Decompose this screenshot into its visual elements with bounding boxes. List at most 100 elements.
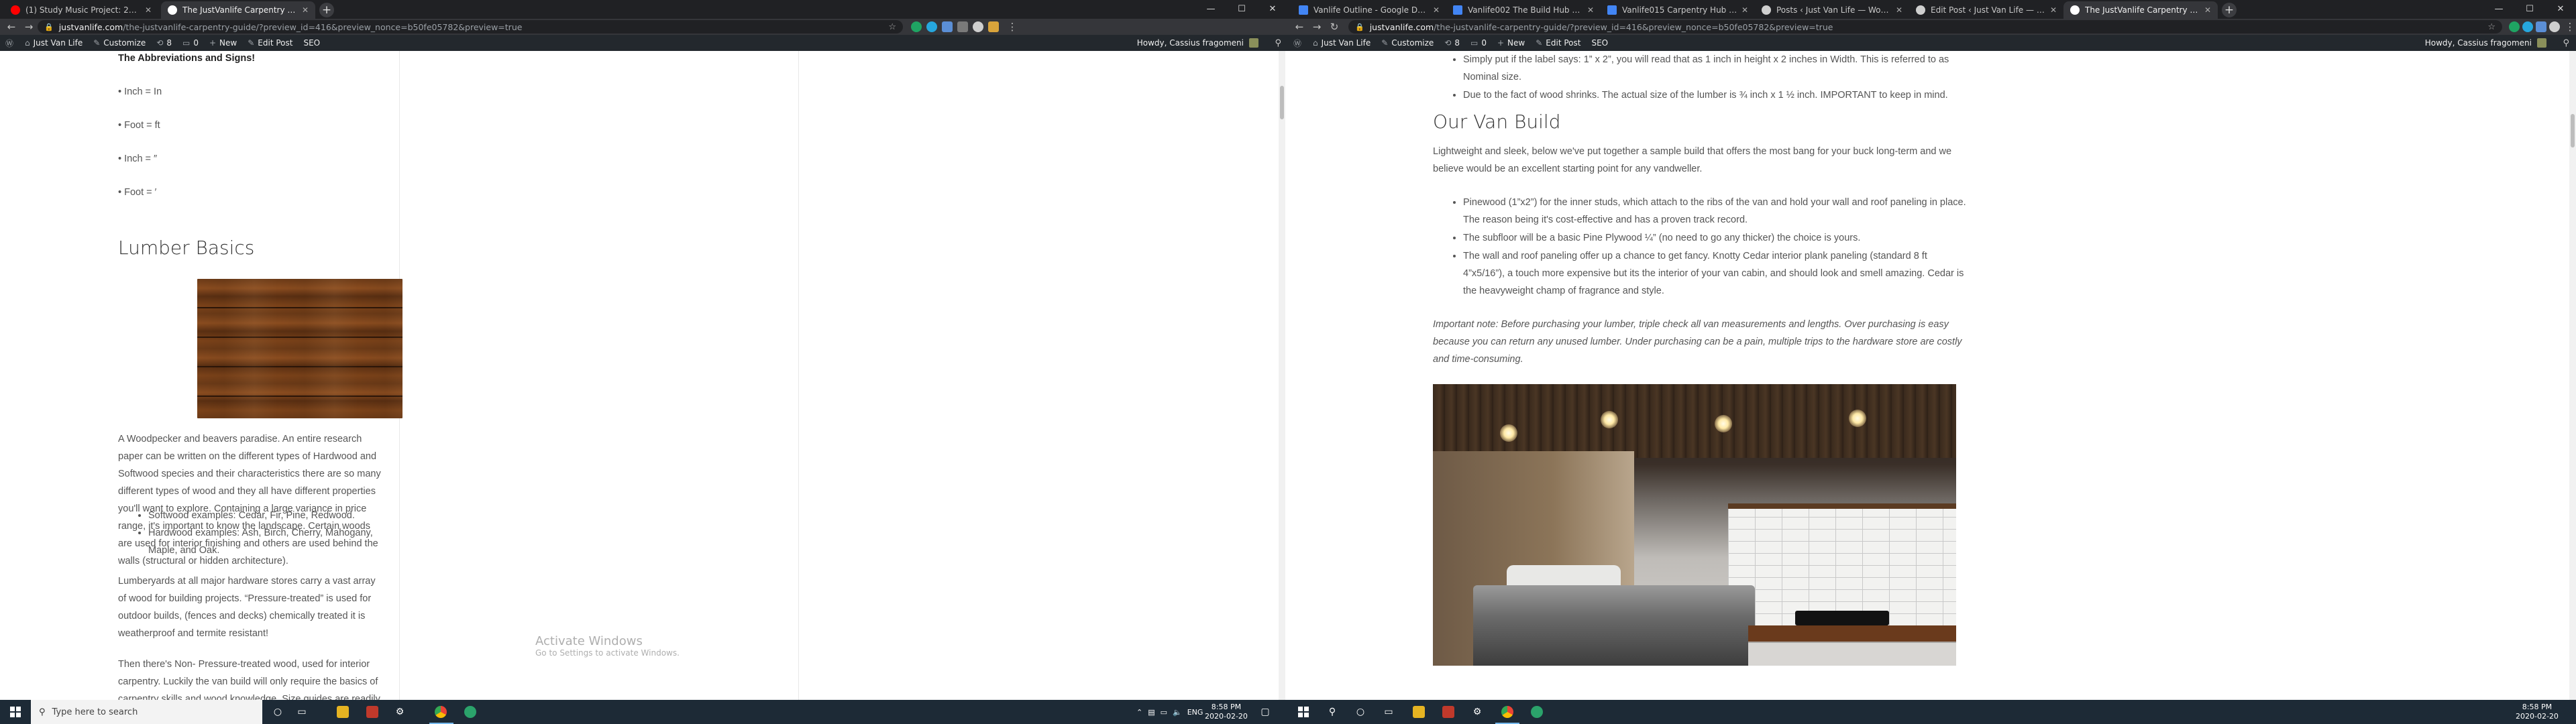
admin-seo-link[interactable]: SEO xyxy=(303,38,320,48)
forward-button[interactable]: → xyxy=(1308,19,1326,35)
back-button[interactable]: ← xyxy=(3,19,20,35)
tab-vanlife-outline[interactable]: Vanlife Outline - Google Docs ✕ xyxy=(1292,1,1446,19)
tab-carpentry-hub[interactable]: Vanlife015 Carpentry Hub Page - ✕ xyxy=(1601,1,1755,19)
close-window-button[interactable]: ✕ xyxy=(2545,0,2576,19)
admin-site-link[interactable]: ⌂ Just Van Life xyxy=(25,38,83,48)
back-button[interactable]: ← xyxy=(1291,19,1308,35)
app-icon[interactable] xyxy=(464,706,476,718)
right-page-scrollbar[interactable] xyxy=(2569,51,2576,700)
search-icon[interactable]: ⚲ xyxy=(2563,38,2569,48)
admin-comments-link[interactable]: ▭ 0 xyxy=(182,38,199,48)
mail-app-icon[interactable] xyxy=(366,706,378,718)
search-icon[interactable]: ⚲ xyxy=(1326,705,1339,719)
settings-gear-icon[interactable]: ⚙ xyxy=(393,705,407,719)
extension-grid-icon[interactable] xyxy=(957,21,968,32)
van-interior-image xyxy=(1433,384,1956,666)
taskbar-search-box[interactable]: ⚲ Type here to search xyxy=(31,700,262,724)
admin-customize-link[interactable]: ✎ Customize xyxy=(93,38,146,48)
home-icon: ⌂ xyxy=(1313,38,1318,48)
close-window-button[interactable]: ✕ xyxy=(1257,0,1288,19)
admin-edit-post-link[interactable]: ✎ Edit Post xyxy=(248,38,292,48)
settings-gear-icon[interactable]: ⚙ xyxy=(1470,705,1484,719)
maximize-button[interactable]: ☐ xyxy=(2514,0,2545,19)
cortana-icon[interactable]: ○ xyxy=(1354,705,1367,719)
file-explorer-icon[interactable] xyxy=(1413,706,1425,718)
left-page-scrollbar[interactable] xyxy=(1279,51,1285,700)
start-button[interactable] xyxy=(1288,700,1319,724)
admin-comments-link[interactable]: ▭ 0 xyxy=(1470,38,1487,48)
task-view-icon[interactable]: ▭ xyxy=(295,705,309,719)
wordpress-logo-icon[interactable]: Ⓦ xyxy=(1293,38,1305,49)
extension-download-icon[interactable] xyxy=(942,21,953,32)
chrome-icon[interactable] xyxy=(1501,706,1513,718)
profile-avatar-icon[interactable] xyxy=(973,21,983,32)
chrome-icon[interactable] xyxy=(435,706,447,718)
admin-new-link[interactable]: + New xyxy=(1497,38,1525,48)
list-item: Softwood examples: Cedar, Fir, Pine, Red… xyxy=(148,507,381,524)
reload-button[interactable]: ↻ xyxy=(1326,19,1343,35)
new-tab-button[interactable]: + xyxy=(2222,3,2237,17)
close-tab-icon[interactable]: ✕ xyxy=(145,5,152,15)
tab-edit-post[interactable]: Edit Post ‹ Just Van Life — Word ✕ xyxy=(1909,1,2063,19)
close-tab-icon[interactable]: ✕ xyxy=(1433,5,1440,15)
minimize-button[interactable]: — xyxy=(1195,0,1226,19)
extension-green-icon[interactable] xyxy=(2509,21,2520,32)
start-button[interactable] xyxy=(0,700,31,724)
bookmark-star-icon[interactable]: ☆ xyxy=(888,22,896,32)
tab-carpentry-guide[interactable]: The JustVanlife Carpentry Guide ✕ xyxy=(161,1,315,19)
extension-blue-icon[interactable] xyxy=(2522,21,2533,32)
scrollbar-thumb[interactable] xyxy=(2571,114,2575,147)
task-view-icon[interactable]: ▭ xyxy=(1382,705,1395,719)
tab-study-music[interactable]: (1) Study Music Project: 24/7 Stu ✕ xyxy=(4,1,158,19)
close-tab-icon[interactable]: ✕ xyxy=(1587,5,1594,15)
tab-build-hub[interactable]: Vanlife002 The Build Hub Page - ✕ xyxy=(1446,1,1601,19)
close-tab-icon[interactable]: ✕ xyxy=(302,5,309,15)
extension-green-icon[interactable] xyxy=(911,21,922,32)
bookmark-star-icon[interactable]: ☆ xyxy=(2487,22,2496,32)
profile-avatar-icon[interactable] xyxy=(2549,21,2560,32)
file-explorer-icon[interactable] xyxy=(337,706,349,718)
scrollbar-thumb[interactable] xyxy=(1280,86,1284,119)
close-tab-icon[interactable]: ✕ xyxy=(1741,5,1748,15)
revisions-icon: ⟲ xyxy=(1444,38,1452,48)
maximize-button[interactable]: ☐ xyxy=(1226,0,1257,19)
admin-revisions-link[interactable]: ⟲ 8 xyxy=(156,38,172,48)
wood-planks-image xyxy=(197,279,402,418)
minimize-button[interactable]: — xyxy=(2483,0,2514,19)
menu-kebab-icon[interactable]: ⋮ xyxy=(1004,19,1021,35)
admin-customize-link[interactable]: ✎ Customize xyxy=(1381,38,1434,48)
volume-icon[interactable]: 🔈 xyxy=(1173,708,1182,717)
battery-icon[interactable]: ▭ xyxy=(1161,708,1167,717)
admin-edit-post-link[interactable]: ✎ Edit Post xyxy=(1536,38,1580,48)
clock[interactable]: 8:58 PM 2020-02-20 xyxy=(1205,703,1248,721)
admin-new-link[interactable]: + New xyxy=(209,38,237,48)
forward-button[interactable]: → xyxy=(20,19,38,35)
clock[interactable]: 8:58 PM 2020-02-20 xyxy=(2516,703,2559,721)
address-bar[interactable]: 🔒 justvanlife.com /the-justvanlife-carpe… xyxy=(1348,20,2502,34)
close-tab-icon[interactable]: ✕ xyxy=(1896,5,1902,15)
search-icon[interactable]: ⚲ xyxy=(1275,38,1281,48)
admin-revisions-link[interactable]: ⟲ 8 xyxy=(1444,38,1460,48)
extension-blue-icon[interactable] xyxy=(926,21,937,32)
address-bar[interactable]: 🔒 justvanlife.com /the-justvanlife-carpe… xyxy=(38,20,903,34)
cortana-icon[interactable]: ○ xyxy=(271,705,284,719)
menu-kebab-icon[interactable]: ⋮ xyxy=(2561,19,2576,35)
language-indicator[interactable]: ENG xyxy=(1187,708,1203,717)
wordpress-logo-icon[interactable]: Ⓦ xyxy=(5,38,17,49)
show-hidden-icons-icon[interactable]: ⌃ xyxy=(1136,708,1142,717)
admin-site-link[interactable]: ⌂ Just Van Life xyxy=(1313,38,1371,48)
close-tab-icon[interactable]: ✕ xyxy=(2204,5,2211,15)
admin-account-menu[interactable]: Howdy, Cassius fragomeni xyxy=(2425,38,2546,48)
notifications-icon[interactable]: ▢ xyxy=(1258,705,1272,719)
close-tab-icon[interactable]: ✕ xyxy=(2050,5,2057,15)
tab-carpentry-guide[interactable]: The JustVanlife Carpentry Guide ✕ xyxy=(2063,1,2218,19)
admin-account-menu[interactable]: Howdy, Cassius fragomeni xyxy=(1137,38,1258,48)
mail-app-icon[interactable] xyxy=(1442,706,1454,718)
extension-yellow-icon[interactable] xyxy=(988,21,999,32)
admin-seo-link[interactable]: SEO xyxy=(1591,38,1608,48)
app-icon[interactable] xyxy=(1531,706,1543,718)
network-icon[interactable]: ▤ xyxy=(1148,708,1155,717)
extension-download-icon[interactable] xyxy=(2536,21,2546,32)
new-tab-button[interactable]: + xyxy=(319,3,334,17)
tab-posts[interactable]: Posts ‹ Just Van Life — WordPre ✕ xyxy=(1755,1,1909,19)
